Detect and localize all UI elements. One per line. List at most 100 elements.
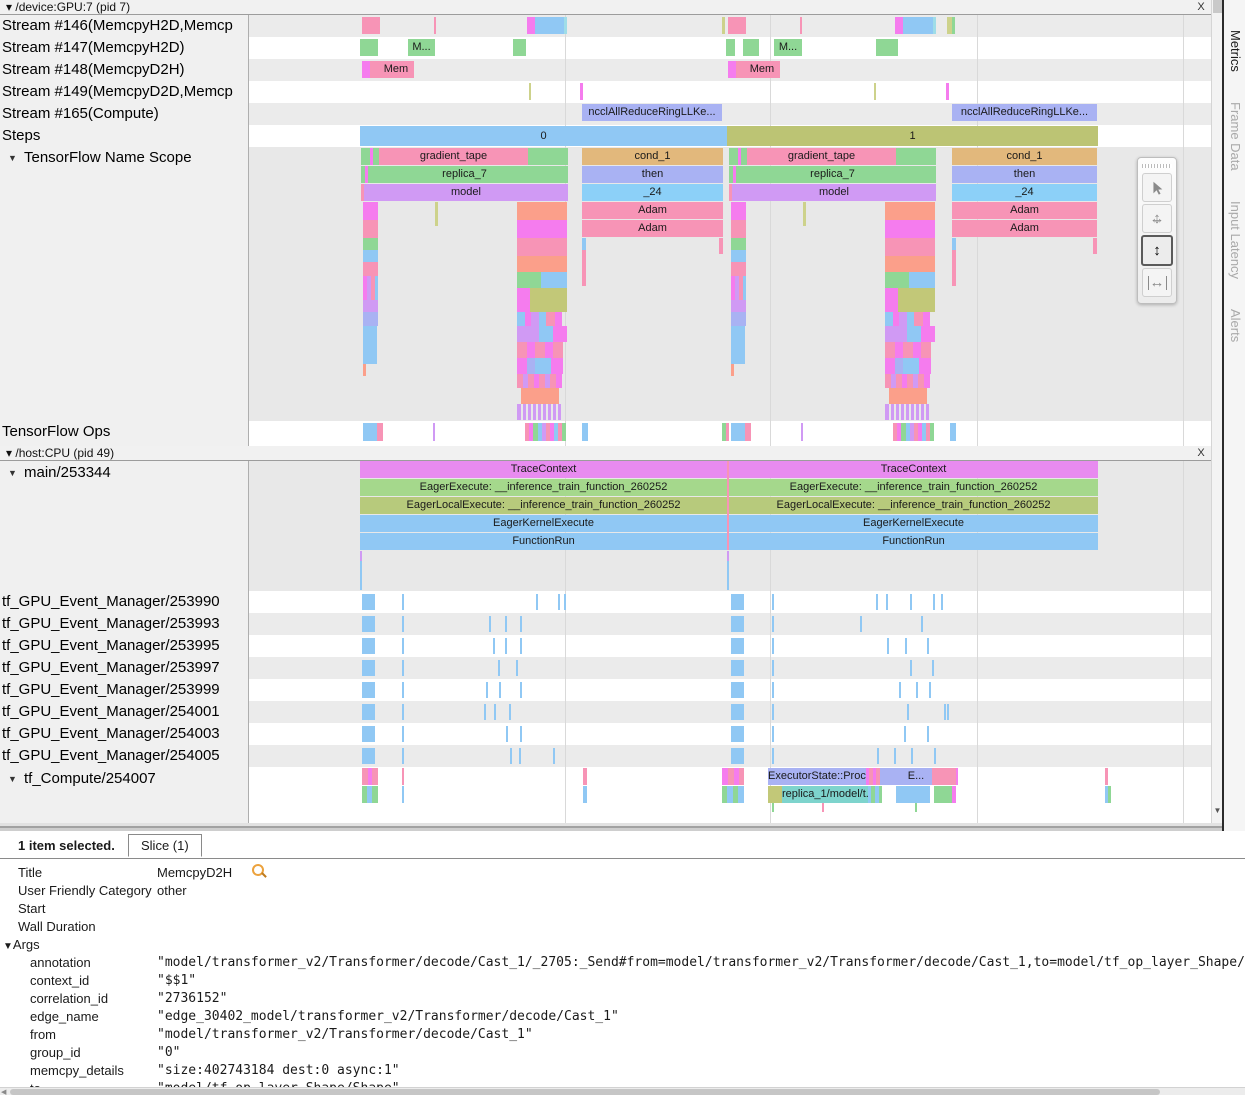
trace-event[interactable] bbox=[564, 17, 567, 34]
trace-event[interactable] bbox=[505, 638, 507, 654]
trace-event[interactable]: EagerKernelExecute bbox=[360, 515, 727, 532]
trace-event[interactable] bbox=[913, 342, 921, 358]
trace-event[interactable] bbox=[377, 423, 383, 441]
trace-event[interactable] bbox=[876, 39, 898, 56]
trace-event[interactable] bbox=[731, 748, 744, 764]
trace-event[interactable] bbox=[930, 423, 934, 441]
trace-event[interactable] bbox=[772, 660, 774, 676]
trace-event[interactable]: replica_7 bbox=[729, 166, 936, 183]
trace-event[interactable] bbox=[800, 17, 802, 34]
trace-event[interactable] bbox=[539, 326, 553, 342]
trace-event[interactable] bbox=[731, 638, 744, 654]
trace-event[interactable] bbox=[517, 342, 527, 358]
trace-event[interactable] bbox=[896, 404, 899, 420]
trace-event[interactable]: Mem bbox=[744, 61, 780, 78]
trace-event[interactable] bbox=[558, 594, 560, 610]
track-label[interactable]: tf_GPU_Event_Manager/253995 bbox=[2, 635, 220, 657]
trace-event[interactable] bbox=[499, 682, 501, 698]
trace-event[interactable] bbox=[535, 342, 545, 358]
horizontal-scrollbar[interactable]: ◀ bbox=[0, 1087, 1245, 1095]
trace-event[interactable] bbox=[891, 404, 894, 420]
trace-event[interactable] bbox=[362, 594, 375, 610]
trace-event[interactable] bbox=[885, 288, 898, 312]
trace-event[interactable] bbox=[860, 616, 862, 632]
trace-event[interactable] bbox=[527, 342, 535, 358]
trace-event[interactable] bbox=[517, 312, 525, 326]
trace-event[interactable] bbox=[921, 342, 931, 358]
trace-event[interactable] bbox=[372, 768, 378, 785]
trace-event[interactable]: Adam bbox=[952, 202, 1097, 219]
trace-event[interactable] bbox=[731, 364, 734, 376]
trace-event[interactable] bbox=[915, 803, 917, 812]
trace-event[interactable] bbox=[952, 17, 955, 34]
scroll-left-icon[interactable]: ◀ bbox=[1, 1089, 6, 1095]
trace-event[interactable] bbox=[944, 704, 946, 720]
track-label[interactable]: Stream #165(Compute) bbox=[2, 103, 159, 125]
trace-event[interactable] bbox=[895, 17, 903, 34]
trace-event[interactable] bbox=[731, 423, 745, 441]
trace-event[interactable] bbox=[923, 312, 930, 326]
panel-tab-frame-data[interactable]: Frame Data bbox=[1228, 102, 1243, 171]
trace-event[interactable] bbox=[553, 748, 555, 764]
section-close-button[interactable]: X bbox=[1194, 447, 1208, 460]
trace-event[interactable] bbox=[733, 166, 736, 183]
trace-event[interactable] bbox=[362, 682, 375, 698]
trace-event[interactable]: then bbox=[952, 166, 1097, 183]
trace-event[interactable] bbox=[743, 39, 759, 56]
trace-event[interactable] bbox=[517, 272, 541, 288]
trace-event[interactable] bbox=[517, 288, 530, 312]
trace-event[interactable] bbox=[402, 768, 404, 785]
trace-event[interactable] bbox=[927, 638, 929, 654]
trace-event[interactable] bbox=[434, 17, 436, 34]
trace-event[interactable] bbox=[1105, 768, 1108, 785]
trace-event[interactable]: gradient_tape bbox=[379, 148, 528, 165]
trace-event[interactable] bbox=[731, 326, 745, 364]
trace-event[interactable] bbox=[934, 748, 936, 764]
trace-event[interactable]: Mem bbox=[378, 61, 414, 78]
trace-event[interactable] bbox=[941, 594, 943, 610]
track-label[interactable]: TensorFlow Ops bbox=[2, 421, 110, 443]
trace-event[interactable] bbox=[546, 312, 555, 326]
trace-event[interactable] bbox=[548, 404, 551, 420]
trace-event[interactable] bbox=[363, 312, 378, 326]
trace-event[interactable] bbox=[934, 786, 952, 803]
trace-event[interactable] bbox=[372, 786, 378, 803]
trace-event[interactable]: gradient_tape bbox=[747, 148, 896, 165]
trace-event[interactable] bbox=[933, 594, 935, 610]
trace-event[interactable] bbox=[896, 786, 930, 803]
trace-event[interactable] bbox=[553, 326, 567, 342]
trace-event[interactable] bbox=[729, 148, 738, 165]
trace-event[interactable] bbox=[582, 238, 586, 250]
trace-event[interactable] bbox=[530, 288, 567, 312]
trace-event[interactable] bbox=[493, 638, 495, 654]
horizontal-scrollbar-thumb[interactable] bbox=[10, 1089, 1160, 1095]
trace-event[interactable] bbox=[363, 250, 378, 262]
trace-event[interactable] bbox=[362, 616, 375, 632]
trace-event[interactable] bbox=[911, 748, 913, 764]
trace-event[interactable] bbox=[582, 250, 586, 286]
trace-event[interactable]: model bbox=[364, 184, 568, 201]
trace-event[interactable] bbox=[919, 358, 931, 374]
trace-event[interactable] bbox=[916, 404, 919, 420]
trace-event[interactable]: TraceContext bbox=[729, 461, 1098, 478]
trace-event[interactable] bbox=[731, 262, 746, 276]
trace-event[interactable]: Adam bbox=[952, 220, 1097, 237]
trace-event[interactable] bbox=[517, 238, 567, 256]
track-label[interactable]: Stream #147(MemcpyH2D) bbox=[2, 37, 185, 59]
trace-event[interactable] bbox=[535, 358, 551, 374]
trace-event[interactable] bbox=[876, 594, 878, 610]
tab-slice[interactable]: Slice (1) bbox=[128, 834, 202, 857]
timeline-canvas[interactable]: M...M...MemMemncclAllReduceRingLLKe...nc… bbox=[0, 0, 1211, 823]
trace-event[interactable] bbox=[947, 704, 949, 720]
trace-event[interactable] bbox=[901, 404, 904, 420]
trace-event[interactable] bbox=[505, 616, 507, 632]
trace-event[interactable] bbox=[531, 312, 539, 326]
trace-event[interactable] bbox=[728, 17, 746, 34]
track-label[interactable]: tf_GPU_Event_Manager/254005 bbox=[2, 745, 220, 767]
trace-event[interactable] bbox=[539, 312, 546, 326]
trace-event[interactable] bbox=[910, 594, 912, 610]
trace-event[interactable] bbox=[362, 748, 375, 764]
trace-event[interactable]: model bbox=[732, 184, 936, 201]
trace-event[interactable] bbox=[731, 312, 746, 326]
trace-event[interactable] bbox=[527, 17, 535, 34]
